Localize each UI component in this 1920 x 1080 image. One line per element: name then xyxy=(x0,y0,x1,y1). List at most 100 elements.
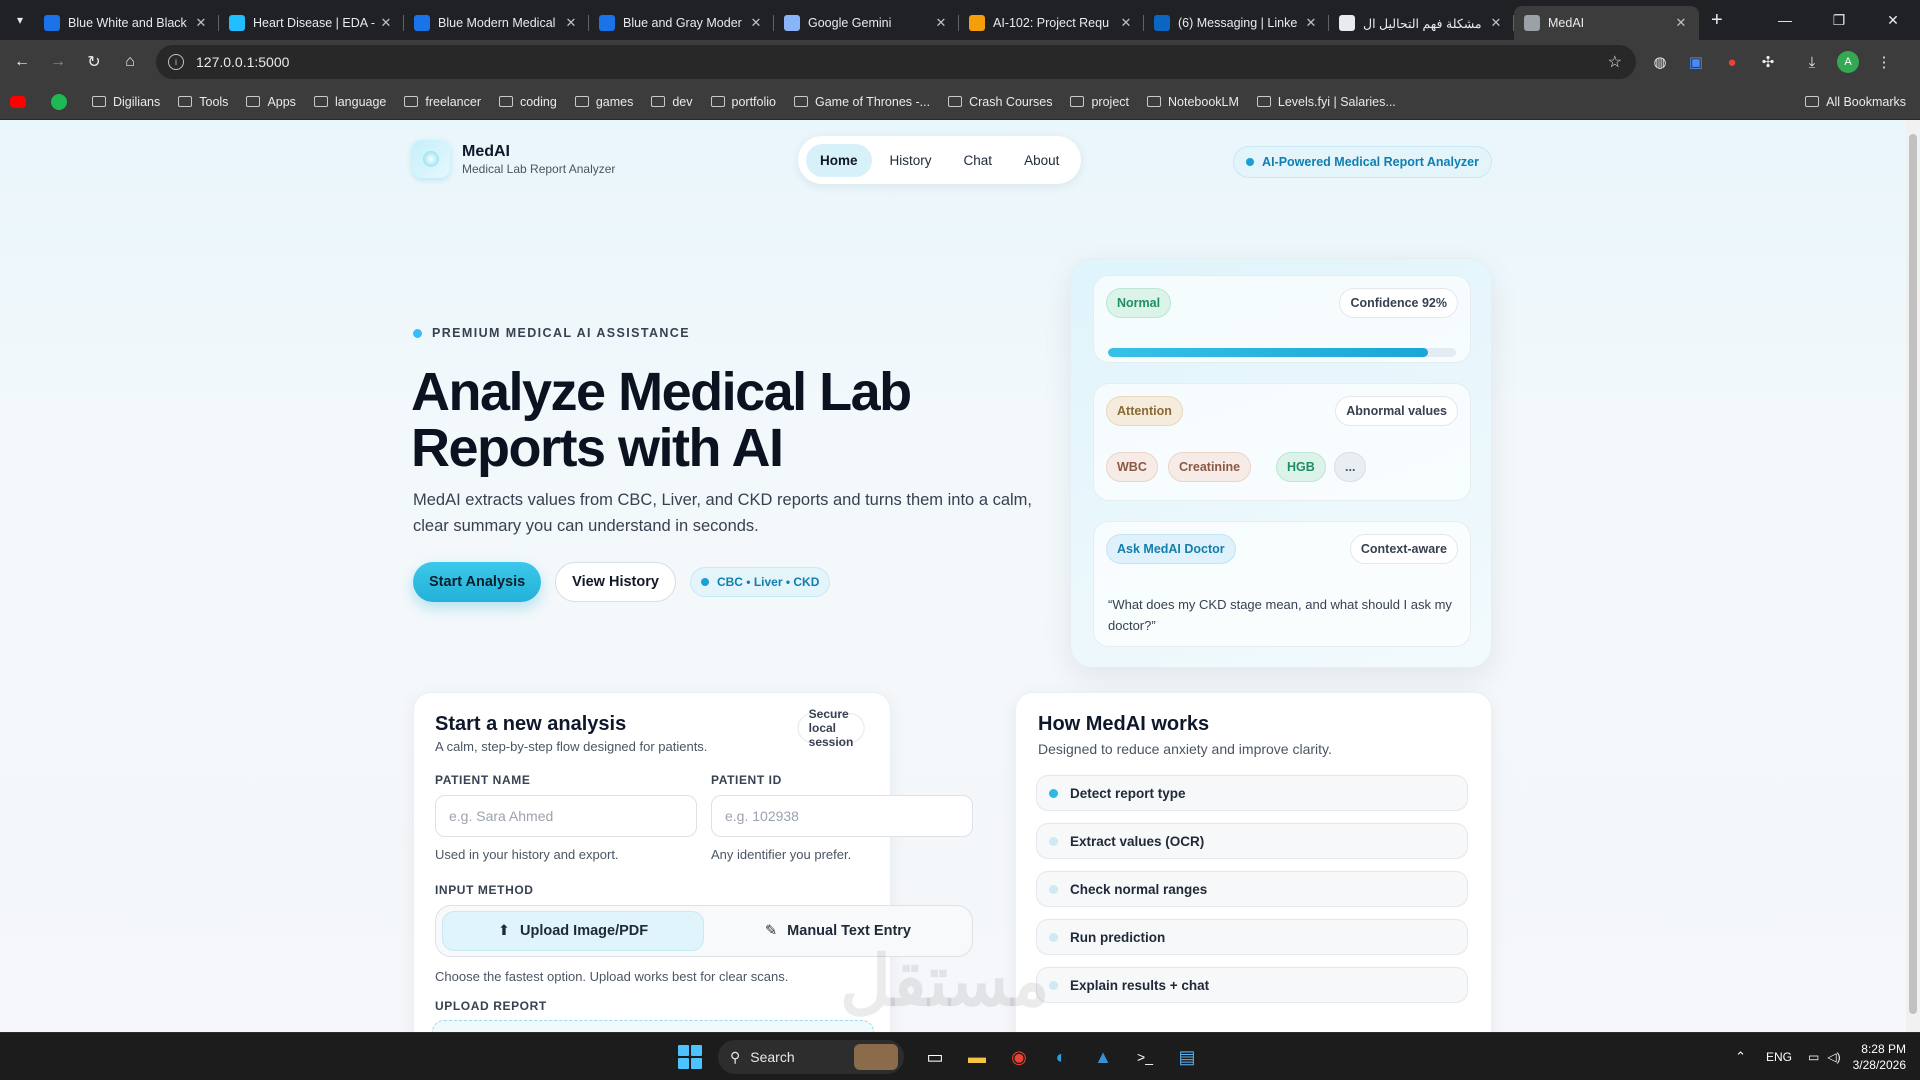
task-view-icon[interactable]: ▭ xyxy=(918,1040,952,1074)
browser-tab[interactable]: Google Gemini ✕ xyxy=(774,6,959,40)
back-arrow-icon[interactable]: ← xyxy=(4,44,40,80)
marker-more: ... xyxy=(1334,452,1367,482)
nav-chat[interactable]: Chat xyxy=(950,144,1007,177)
tab-close-icon[interactable]: ✕ xyxy=(1673,15,1689,31)
bookmark-item[interactable]: language xyxy=(313,95,386,109)
nav-home[interactable]: Home xyxy=(806,143,872,177)
bookmark-item[interactable]: Digilians xyxy=(92,95,160,109)
folder-icon xyxy=(651,96,666,107)
tab-close-icon[interactable]: ✕ xyxy=(193,15,209,31)
context-aware-badge: Context-aware xyxy=(1349,534,1458,564)
close-window-icon[interactable]: ✕ xyxy=(1866,0,1920,40)
bookmark-item[interactable]: NotebookLM xyxy=(1147,95,1239,109)
nav-about[interactable]: About xyxy=(1010,144,1073,177)
taskbar-search[interactable]: ⚲ Search xyxy=(718,1040,904,1074)
status-dot-icon xyxy=(1246,158,1255,166)
browser-tab[interactable]: (6) Messaging | Linke ✕ xyxy=(1144,6,1329,40)
bookmark-item[interactable]: Tools xyxy=(178,95,228,109)
bookmark-item[interactable]: games xyxy=(574,95,633,109)
browser-tab[interactable]: Blue Modern Medical ✕ xyxy=(404,6,589,40)
bookmark-star-icon[interactable]: ☆ xyxy=(1608,52,1622,72)
bookmark-item[interactable]: Levels.fyi | Salaries... xyxy=(1256,95,1396,109)
attention-preview: Attention Abnormal values WBC Creatinine… xyxy=(1093,383,1471,501)
download-icon[interactable]: ⤓ xyxy=(1794,54,1830,71)
patient-name-input[interactable] xyxy=(435,795,697,837)
start-analysis-button[interactable]: Start Analysis xyxy=(413,562,542,602)
chrome-menu-icon[interactable]: ⋮ xyxy=(1866,53,1902,71)
browser-tab[interactable]: Heart Disease | EDA - ✕ xyxy=(219,6,404,40)
abnormal-values-badge: Abnormal values xyxy=(1335,396,1458,426)
browser-tab[interactable]: مشكلة فهم التحاليل ال ✕ xyxy=(1329,6,1514,40)
bookmark-item[interactable]: Game of Thrones -... xyxy=(794,95,930,109)
ai-badge: AI-Powered Medical Report Analyzer xyxy=(1233,146,1492,178)
tab-close-icon[interactable]: ✕ xyxy=(563,15,579,31)
bookmark-item[interactable]: freelancer xyxy=(404,95,481,109)
tab-title: MedAI xyxy=(1548,16,1585,30)
browser-tab[interactable]: Blue and Gray Moder ✕ xyxy=(589,6,774,40)
bookmark-item[interactable]: Crash Courses xyxy=(948,95,1052,109)
translate-extension-icon[interactable]: ▣ xyxy=(1678,53,1714,71)
tab-close-icon[interactable]: ✕ xyxy=(933,15,949,31)
browser-tab-strip: ▾ Blue White and Black ✕ Heart Disease | E… xyxy=(0,0,1920,40)
browser-tab[interactable]: AI-102: Project Requ ✕ xyxy=(959,6,1144,40)
tab-close-icon[interactable]: ✕ xyxy=(1118,15,1134,31)
hero-eyebrow: PREMIUM MEDICAL AI ASSISTANCE xyxy=(413,326,690,340)
extensions-puzzle-icon[interactable]: ✣ xyxy=(1750,53,1786,71)
upload-dropzone[interactable] xyxy=(432,1020,874,1032)
profile-avatar[interactable]: A xyxy=(1830,51,1866,73)
page-scrollbar[interactable] xyxy=(1906,120,1920,1032)
tray-chevron-icon[interactable]: ⌃ xyxy=(1735,1049,1746,1065)
address-bar[interactable]: i 127.0.0.1:5000 ☆ xyxy=(156,45,1636,79)
edge-taskbar-icon[interactable]: ◐ xyxy=(1044,1040,1078,1074)
patient-id-input[interactable] xyxy=(711,795,973,837)
language-indicator[interactable]: ENG xyxy=(1766,1050,1792,1064)
spotify-bookmark-icon[interactable] xyxy=(51,93,74,110)
bookmark-item[interactable]: Apps xyxy=(246,95,296,109)
scrollbar-thumb[interactable] xyxy=(1909,134,1917,1014)
browser-tab[interactable]: MedAI ✕ xyxy=(1514,6,1699,40)
view-history-button[interactable]: View History xyxy=(555,562,676,602)
bookmark-item[interactable]: portfolio xyxy=(710,95,776,109)
step-check-ranges: Check normal ranges xyxy=(1036,871,1468,907)
folder-icon xyxy=(948,96,963,107)
brand-name: MedAI xyxy=(462,142,510,160)
windows-start-icon[interactable] xyxy=(678,1045,702,1069)
bookmark-item[interactable]: dev xyxy=(651,95,693,109)
home-icon[interactable]: ⌂ xyxy=(112,44,148,80)
notepad-taskbar-icon[interactable]: ▤ xyxy=(1170,1040,1204,1074)
terminal-taskbar-icon[interactable]: >_ xyxy=(1128,1040,1162,1074)
nav-history[interactable]: History xyxy=(876,144,946,177)
chrome-taskbar-icon[interactable]: ◉ xyxy=(1002,1040,1036,1074)
tab-search-chevron-icon[interactable]: ▾ xyxy=(6,6,34,34)
example-question: “What does my CKD stage mean, and what s… xyxy=(1108,597,1452,633)
youtube-bookmark-icon[interactable] xyxy=(10,95,33,108)
all-bookmarks-folder[interactable]: All Bookmarks xyxy=(1805,95,1906,109)
tab-close-icon[interactable]: ✕ xyxy=(378,15,394,31)
browser-tab[interactable]: Blue White and Black ✕ xyxy=(34,6,219,40)
new-tab-button[interactable]: + xyxy=(1711,9,1723,32)
forward-arrow-icon[interactable]: → xyxy=(40,44,76,80)
site-info-icon[interactable]: i xyxy=(168,54,184,70)
restore-icon[interactable]: ❐ xyxy=(1812,0,1866,40)
bookmark-item[interactable]: project xyxy=(1070,95,1129,109)
windows-taskbar: ⚲ Search ▭ ▬ ◉ ◐ ▲ >_ ▤ ⌃ ENG ▭ ◁) 8:28 P… xyxy=(0,1032,1920,1080)
system-clock[interactable]: 8:28 PM 3/28/2026 xyxy=(1853,1041,1906,1073)
red-extension-icon[interactable]: ● xyxy=(1714,54,1750,71)
reload-icon[interactable]: ↻ xyxy=(76,44,112,80)
tab-close-icon[interactable]: ✕ xyxy=(1488,15,1504,31)
brand[interactable]: MedAI Medical Lab Report Analyzer xyxy=(412,140,615,178)
volume-icon[interactable]: ◁) xyxy=(1827,1050,1840,1064)
tab-title: Heart Disease | EDA - xyxy=(253,16,376,30)
tab-close-icon[interactable]: ✕ xyxy=(748,15,764,31)
file-explorer-icon[interactable]: ▬ xyxy=(960,1040,994,1074)
minimize-icon[interactable]: — xyxy=(1758,0,1812,40)
tab-close-icon[interactable]: ✕ xyxy=(1303,15,1319,31)
main-nav: Home History Chat About xyxy=(798,136,1082,184)
browser-toolbar: ← → ↻ ⌂ i 127.0.0.1:5000 ☆ ◍ ▣ ● ✣ ⤓ A ⋮ xyxy=(0,40,1920,84)
globe-extension-icon[interactable]: ◍ xyxy=(1642,53,1678,71)
bookmark-item[interactable]: coding xyxy=(498,95,557,109)
network-icon[interactable]: ▭ xyxy=(1808,1050,1819,1064)
marker-wbc: WBC xyxy=(1106,452,1158,482)
upload-option-button[interactable]: ⬆ Upload Image/PDF xyxy=(442,911,704,951)
azure-taskbar-icon[interactable]: ▲ xyxy=(1086,1040,1120,1074)
